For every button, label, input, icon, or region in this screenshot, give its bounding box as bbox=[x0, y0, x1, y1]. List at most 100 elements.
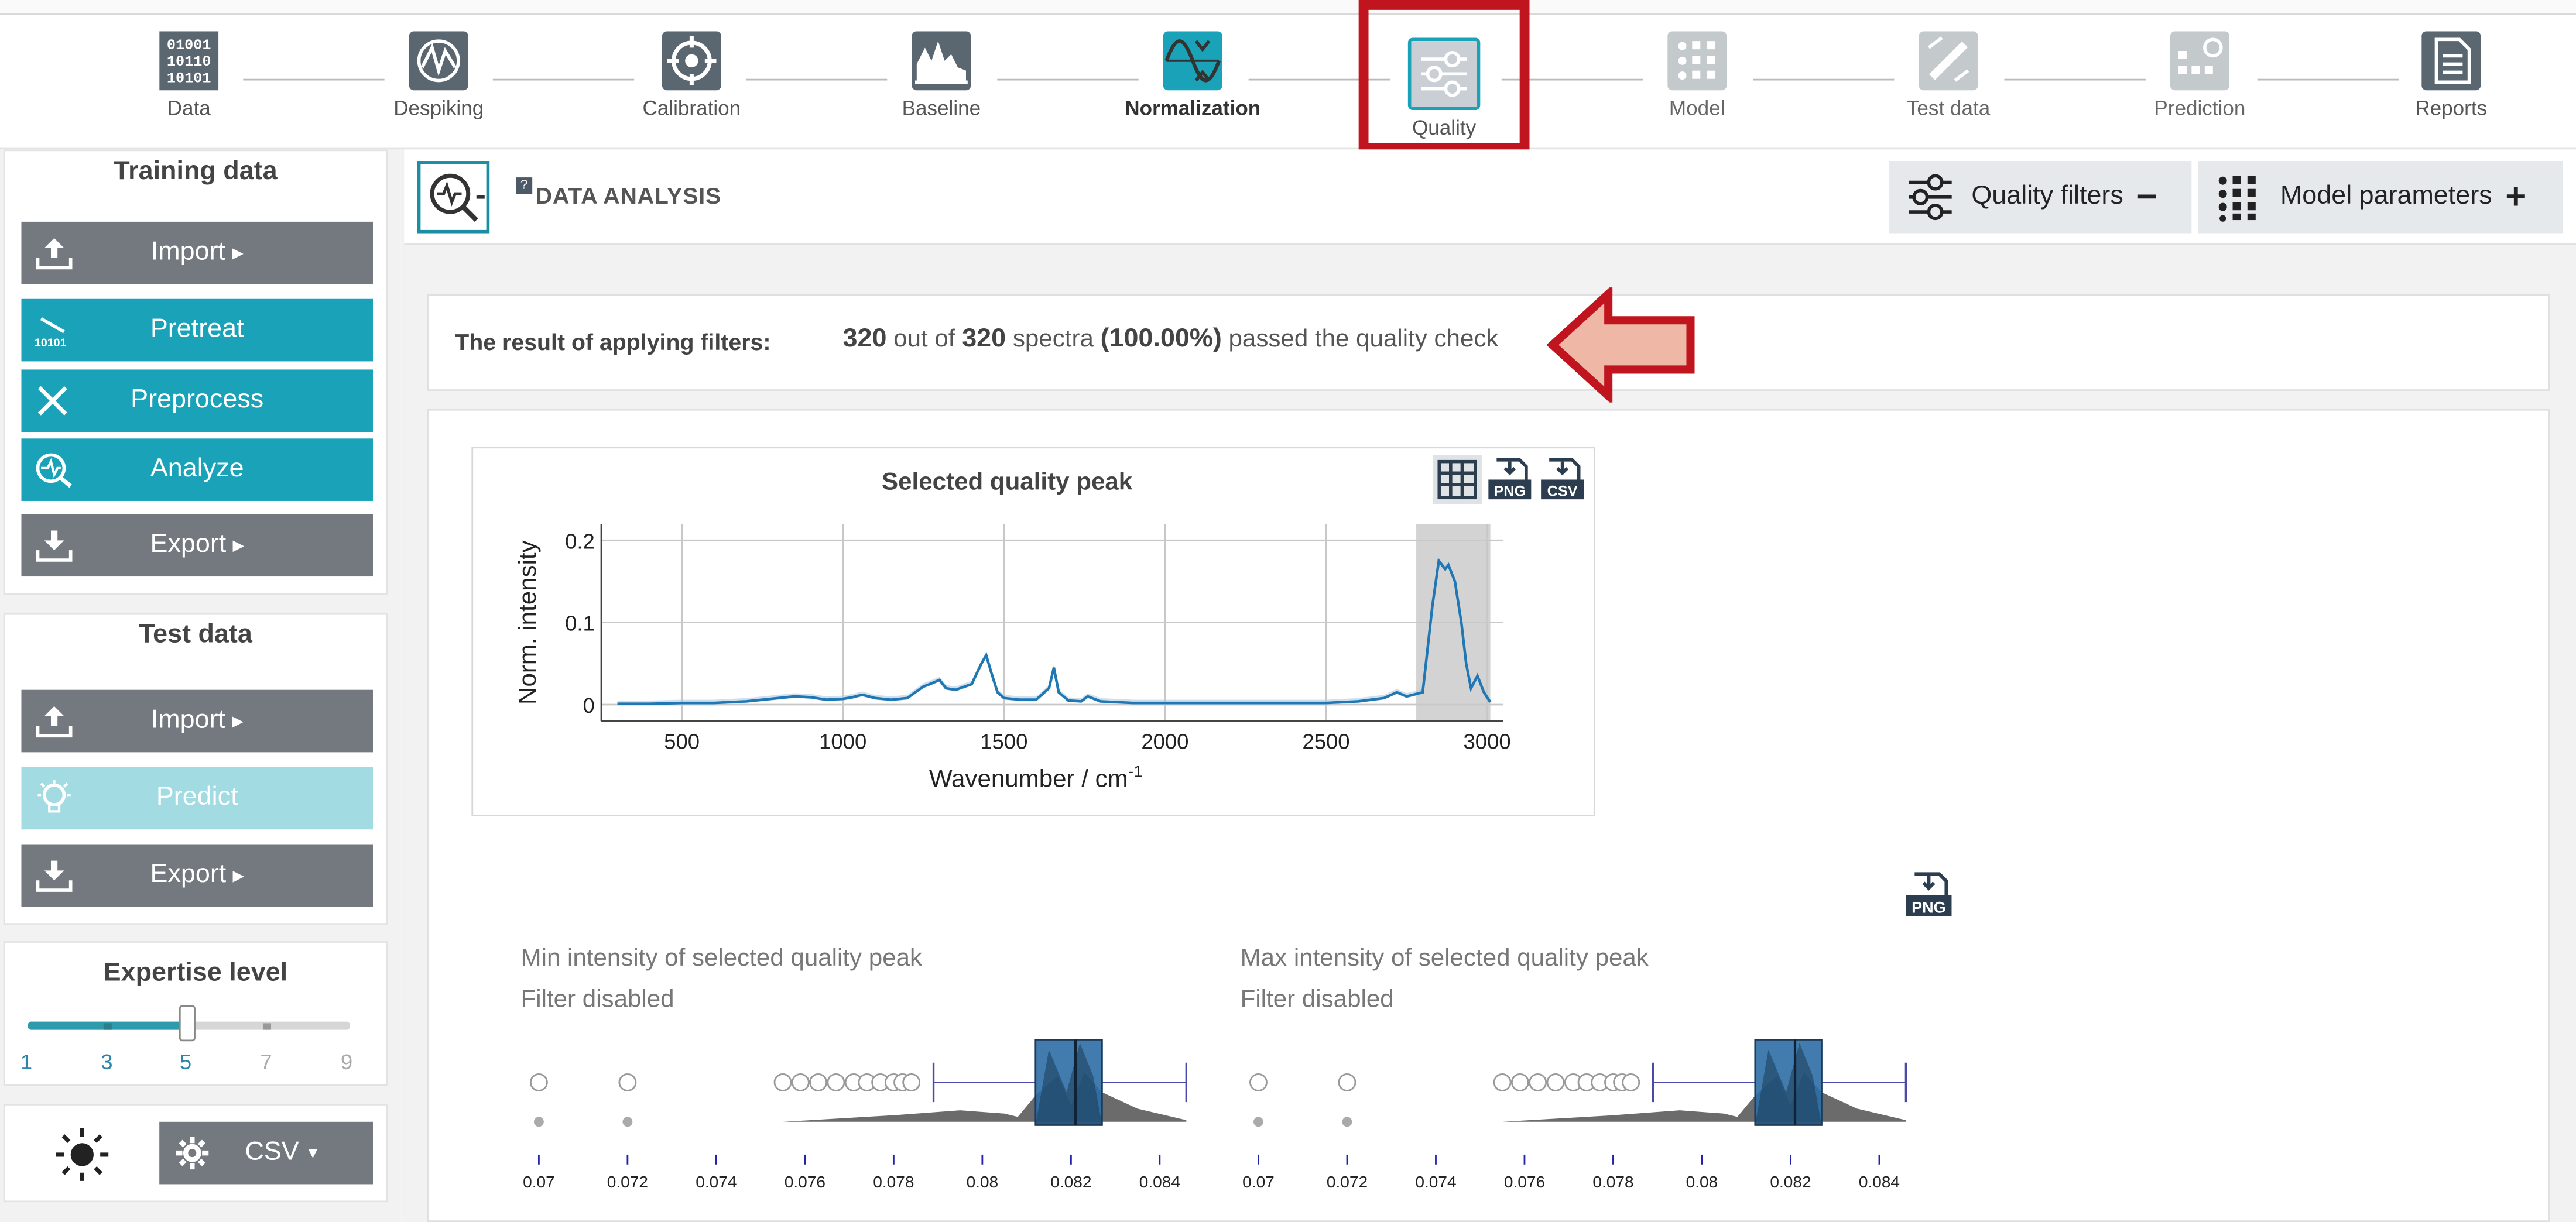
expertise-panel: Expertise level 1 3 5 7 9 bbox=[3, 941, 388, 1086]
help-icon[interactable]: ? bbox=[516, 177, 533, 194]
step-label: Despiking bbox=[393, 97, 484, 120]
outlier-point bbox=[791, 1073, 810, 1091]
main-content: ? DATA ANALYSIS Quality filters − Model … bbox=[400, 149, 2576, 1222]
axis-tick-label: 0.074 bbox=[1415, 1173, 1456, 1191]
upload-icon bbox=[36, 706, 73, 738]
quality-peak-chart-panel: Selected quality peak PNG CSV 500 1000 150… bbox=[471, 447, 1595, 816]
step-label: Data bbox=[167, 97, 211, 120]
sidebar: Training data Import ▶ 10101 Pretreat Pre… bbox=[0, 149, 401, 1222]
training-import-button[interactable]: Import ▶ bbox=[21, 221, 373, 284]
test-export-button[interactable]: Export ▶ bbox=[21, 844, 373, 907]
step-label: Calibration bbox=[642, 97, 741, 120]
max-intensity-distribution[interactable]: 0.07 0.072 0.074 0.076 0.078 0.08 0.082 0.084 bbox=[1214, 1027, 1937, 1207]
reports-document-icon bbox=[2421, 31, 2481, 91]
axis-tick-label: 0.084 bbox=[1139, 1173, 1180, 1191]
axis-tick-label: 0.07 bbox=[523, 1173, 555, 1191]
step-baseline[interactable]: Baseline bbox=[851, 31, 1032, 120]
training-data-panel: Training data Import ▶ 10101 Pretreat Pre… bbox=[3, 149, 388, 595]
csv-format-dropdown[interactable]: CSV ▼ bbox=[159, 1121, 373, 1185]
step-test-data[interactable]: Test data bbox=[1858, 31, 2039, 120]
theme-sun-icon[interactable] bbox=[54, 1127, 110, 1182]
x-tick-label: 2500 bbox=[1302, 730, 1349, 754]
button-label: Quality filters bbox=[1971, 182, 2123, 211]
test-data-icon bbox=[1919, 31, 1978, 91]
predict-button[interactable]: Predict bbox=[21, 767, 373, 830]
violin-point bbox=[1253, 1117, 1263, 1127]
download-icon bbox=[36, 530, 73, 562]
model-parameters-button[interactable]: Model parameters + bbox=[2198, 161, 2563, 234]
y-tick-label: 0.2 bbox=[565, 529, 595, 553]
step-despiking[interactable]: Despiking bbox=[348, 31, 529, 120]
result-summary: 320 out of 320 spectra (100.00%) passed … bbox=[843, 325, 1499, 355]
step-normalization[interactable]: Normalization bbox=[1102, 31, 1283, 120]
axis-tick-label: 0.076 bbox=[1504, 1173, 1545, 1191]
axis-tick-label: 0.08 bbox=[967, 1173, 999, 1191]
model-grid-icon bbox=[2218, 176, 2256, 222]
lightbulb-icon bbox=[37, 780, 71, 813]
x-axis-label: Wavenumber / cm-1 bbox=[929, 762, 1143, 792]
outlier-point bbox=[1493, 1073, 1512, 1091]
passed-count: 320 bbox=[842, 325, 887, 353]
svg-text:01001: 01001 bbox=[167, 37, 211, 54]
svg-text:10101: 10101 bbox=[35, 337, 67, 348]
slider-label[interactable]: 7 bbox=[250, 1049, 283, 1074]
baseline-icon bbox=[912, 31, 971, 91]
slider-label[interactable]: 3 bbox=[90, 1049, 123, 1074]
outlier-point bbox=[618, 1073, 637, 1091]
slider-label[interactable]: 1 bbox=[10, 1049, 43, 1074]
png-download-icon: PNG bbox=[1906, 872, 1952, 917]
axis-tick-label: 0.07 bbox=[1242, 1173, 1275, 1191]
axis-tick-label: 0.076 bbox=[785, 1173, 825, 1191]
top-border bbox=[0, 0, 2576, 15]
min-filter-status: Filter disabled bbox=[520, 985, 674, 1014]
button-label: Pretreat bbox=[150, 315, 244, 344]
slider-tick bbox=[103, 1023, 112, 1030]
quality-filters-button[interactable]: Quality filters − bbox=[1889, 161, 2192, 234]
analyze-button[interactable]: Analyze bbox=[21, 438, 373, 501]
preprocess-button[interactable]: Preprocess bbox=[21, 369, 373, 432]
step-prediction[interactable]: Prediction bbox=[2109, 31, 2290, 120]
calibration-target-icon bbox=[662, 31, 721, 91]
step-calibration[interactable]: Calibration bbox=[601, 31, 782, 120]
spectrum-chart[interactable]: 500 1000 1500 2000 2500 3000 0 0.1 0.2 Wavenumber… bbox=[473, 448, 1597, 818]
caret-down-icon: ▼ bbox=[305, 1145, 320, 1162]
test-data-card: Test data Import ▶ Predict Export ▶ bbox=[3, 612, 388, 925]
result-label: The result of applying filters: bbox=[455, 328, 771, 355]
step-data[interactable]: 01001 10110 10101 Data bbox=[98, 31, 279, 120]
button-label: Export bbox=[150, 530, 227, 559]
slider-label[interactable]: 9 bbox=[330, 1049, 363, 1074]
button-label: Preprocess bbox=[131, 386, 264, 414]
svg-text:10110: 10110 bbox=[167, 53, 211, 70]
preprocess-icon bbox=[37, 386, 67, 416]
button-label: Predict bbox=[156, 783, 238, 812]
axis-tick-label: 0.078 bbox=[1592, 1173, 1633, 1191]
data-analysis-icon bbox=[417, 161, 490, 234]
button-label: Import bbox=[150, 706, 226, 734]
min-intensity-distribution[interactable]: 0.07 0.072 0.074 0.076 0.078 0.08 0.082 0.084 bbox=[495, 1027, 1218, 1207]
percent-passed: (100.00%) bbox=[1100, 325, 1222, 353]
distribution-png-download-button[interactable]: PNG bbox=[1904, 870, 1953, 919]
button-label: Import bbox=[150, 238, 226, 266]
test-import-button[interactable]: Import ▶ bbox=[21, 689, 373, 753]
outlier-point bbox=[1622, 1073, 1640, 1091]
axis-tick-label: 0.072 bbox=[1327, 1173, 1368, 1191]
svg-text:10101: 10101 bbox=[167, 70, 211, 87]
analysis-header: ? DATA ANALYSIS Quality filters − Model … bbox=[404, 149, 2576, 245]
step-model[interactable]: Model bbox=[1606, 31, 1787, 120]
page-title: DATA ANALYSIS bbox=[535, 182, 722, 209]
axis-tick-label: 0.082 bbox=[1770, 1173, 1811, 1191]
outlier-point bbox=[1529, 1073, 1547, 1091]
caret-right-icon: ▶ bbox=[232, 866, 244, 883]
max-intensity-title: Max intensity of selected quality peak bbox=[1240, 944, 1649, 973]
axis-tick-label: 0.078 bbox=[873, 1173, 914, 1191]
axis-tick-label: 0.08 bbox=[1686, 1173, 1718, 1191]
step-reports[interactable]: Reports bbox=[2361, 31, 2541, 120]
pretreat-button[interactable]: 10101 Pretreat bbox=[21, 298, 373, 362]
slider-label[interactable]: 5 bbox=[169, 1049, 202, 1074]
step-label: Baseline bbox=[902, 97, 981, 120]
binary-data-icon: 01001 10110 10101 bbox=[159, 31, 219, 91]
training-export-button[interactable]: Export ▶ bbox=[21, 514, 373, 577]
result-text: passed the quality check bbox=[1228, 325, 1499, 353]
max-filter-status: Filter disabled bbox=[1240, 985, 1394, 1014]
expertise-slider-handle[interactable] bbox=[179, 1005, 196, 1042]
